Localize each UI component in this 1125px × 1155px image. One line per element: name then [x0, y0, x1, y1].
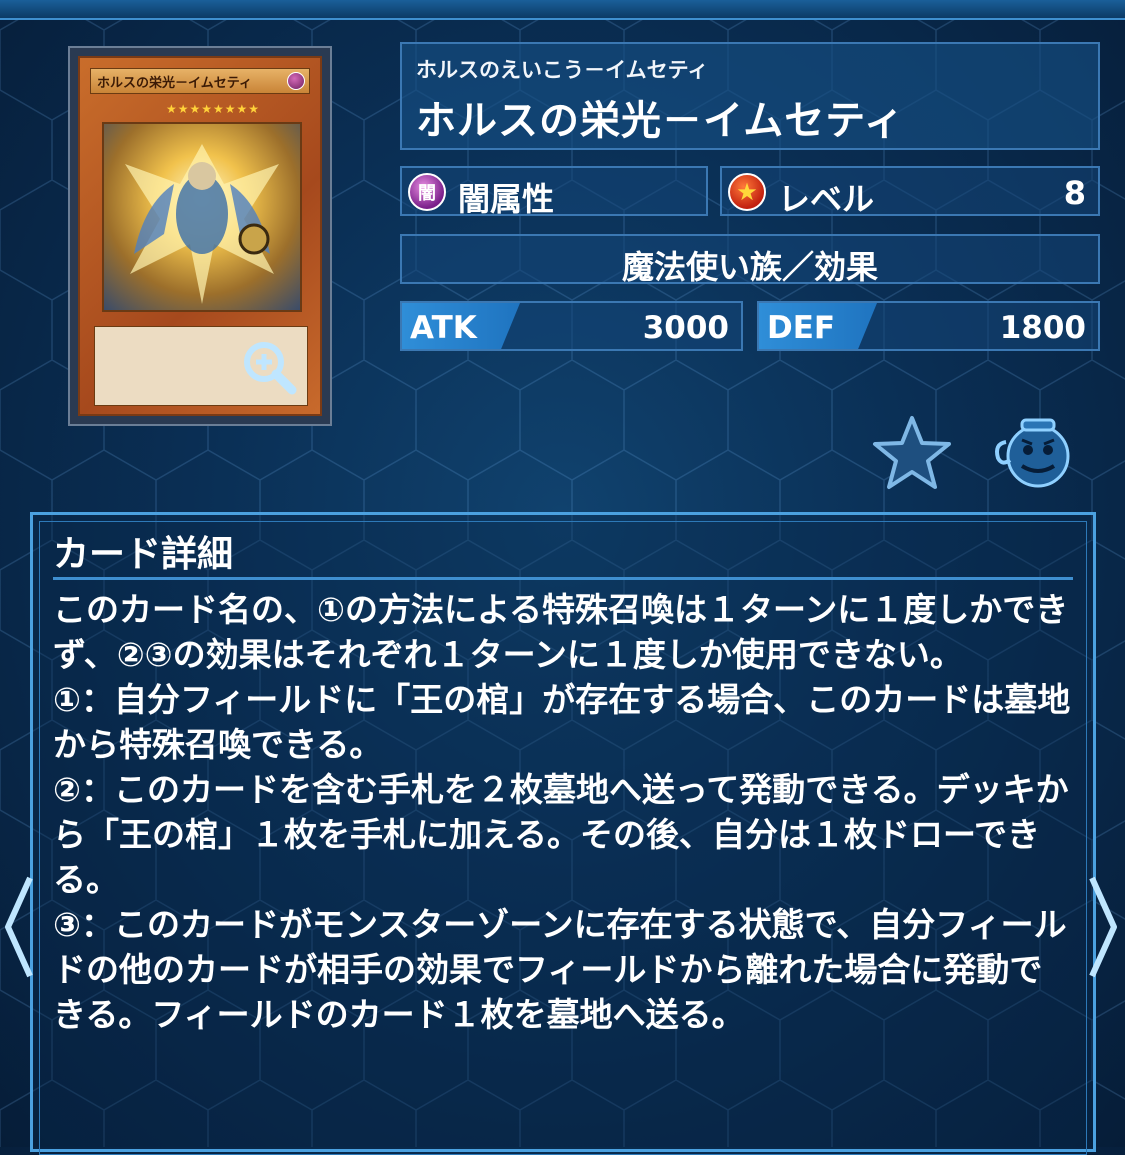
- card-detail-title: カード詳細: [53, 534, 234, 575]
- level-star-icon: ★: [728, 173, 766, 211]
- def-value: 1800: [999, 310, 1086, 346]
- dark-attribute-icon: 闇: [408, 173, 446, 211]
- card-detail-divider: [53, 577, 1073, 580]
- card-name-plate: ホルスの栄光－イムセティ: [90, 68, 310, 94]
- atk-label: ATK: [410, 310, 477, 346]
- card-name: ホルスの栄光－イムセティ: [416, 98, 905, 144]
- chevron-right-icon[interactable]: [1086, 872, 1122, 982]
- zoom-icon[interactable]: [242, 340, 298, 396]
- atk-value: 3000: [642, 310, 729, 346]
- card-attribute-mini-icon: [287, 72, 305, 90]
- def-label: DEF: [767, 310, 836, 346]
- card-mini-name: ホルスの栄光－イムセティ: [97, 76, 252, 91]
- atk-panel: ATK 3000: [400, 301, 743, 351]
- card-type-label: 魔法使い族／効果: [621, 248, 878, 286]
- card-detail-box: カード詳細 このカード名の、①の方法による特殊召喚は１ターンに１度しかできず、②…: [30, 512, 1096, 1155]
- pot-of-greed-icon[interactable]: [992, 414, 1074, 490]
- favorite-star-icon[interactable]: [872, 414, 952, 490]
- chevron-left-icon[interactable]: [0, 872, 36, 982]
- type-panel: 魔法使い族／効果: [400, 234, 1100, 286]
- card-level-stars: ★★★★★★★★: [166, 102, 261, 116]
- attribute-label: 闇属性: [458, 180, 555, 218]
- card-effect-text: このカード名の、①の方法による特殊召喚は１ターンに１度しかできず、②③の効果はそ…: [53, 590, 1071, 1034]
- card-artwork: [102, 122, 302, 312]
- level-label: レベル: [778, 180, 875, 218]
- card-ruby: ホルスのえいこう－イムセティ: [416, 58, 709, 82]
- top-bar: [0, 0, 1125, 20]
- level-panel: ★ レベル 8: [720, 166, 1100, 218]
- def-panel: DEF 1800: [757, 301, 1100, 351]
- level-value: 8: [1063, 174, 1086, 212]
- card-title-panel: ホルスのえいこう－イムセティ ホルスの栄光－イムセティ: [400, 42, 1100, 150]
- attribute-panel: 闇 闇属性: [400, 166, 708, 218]
- card-image[interactable]: ホルスの栄光－イムセティ ★★★★★★★★: [68, 46, 332, 426]
